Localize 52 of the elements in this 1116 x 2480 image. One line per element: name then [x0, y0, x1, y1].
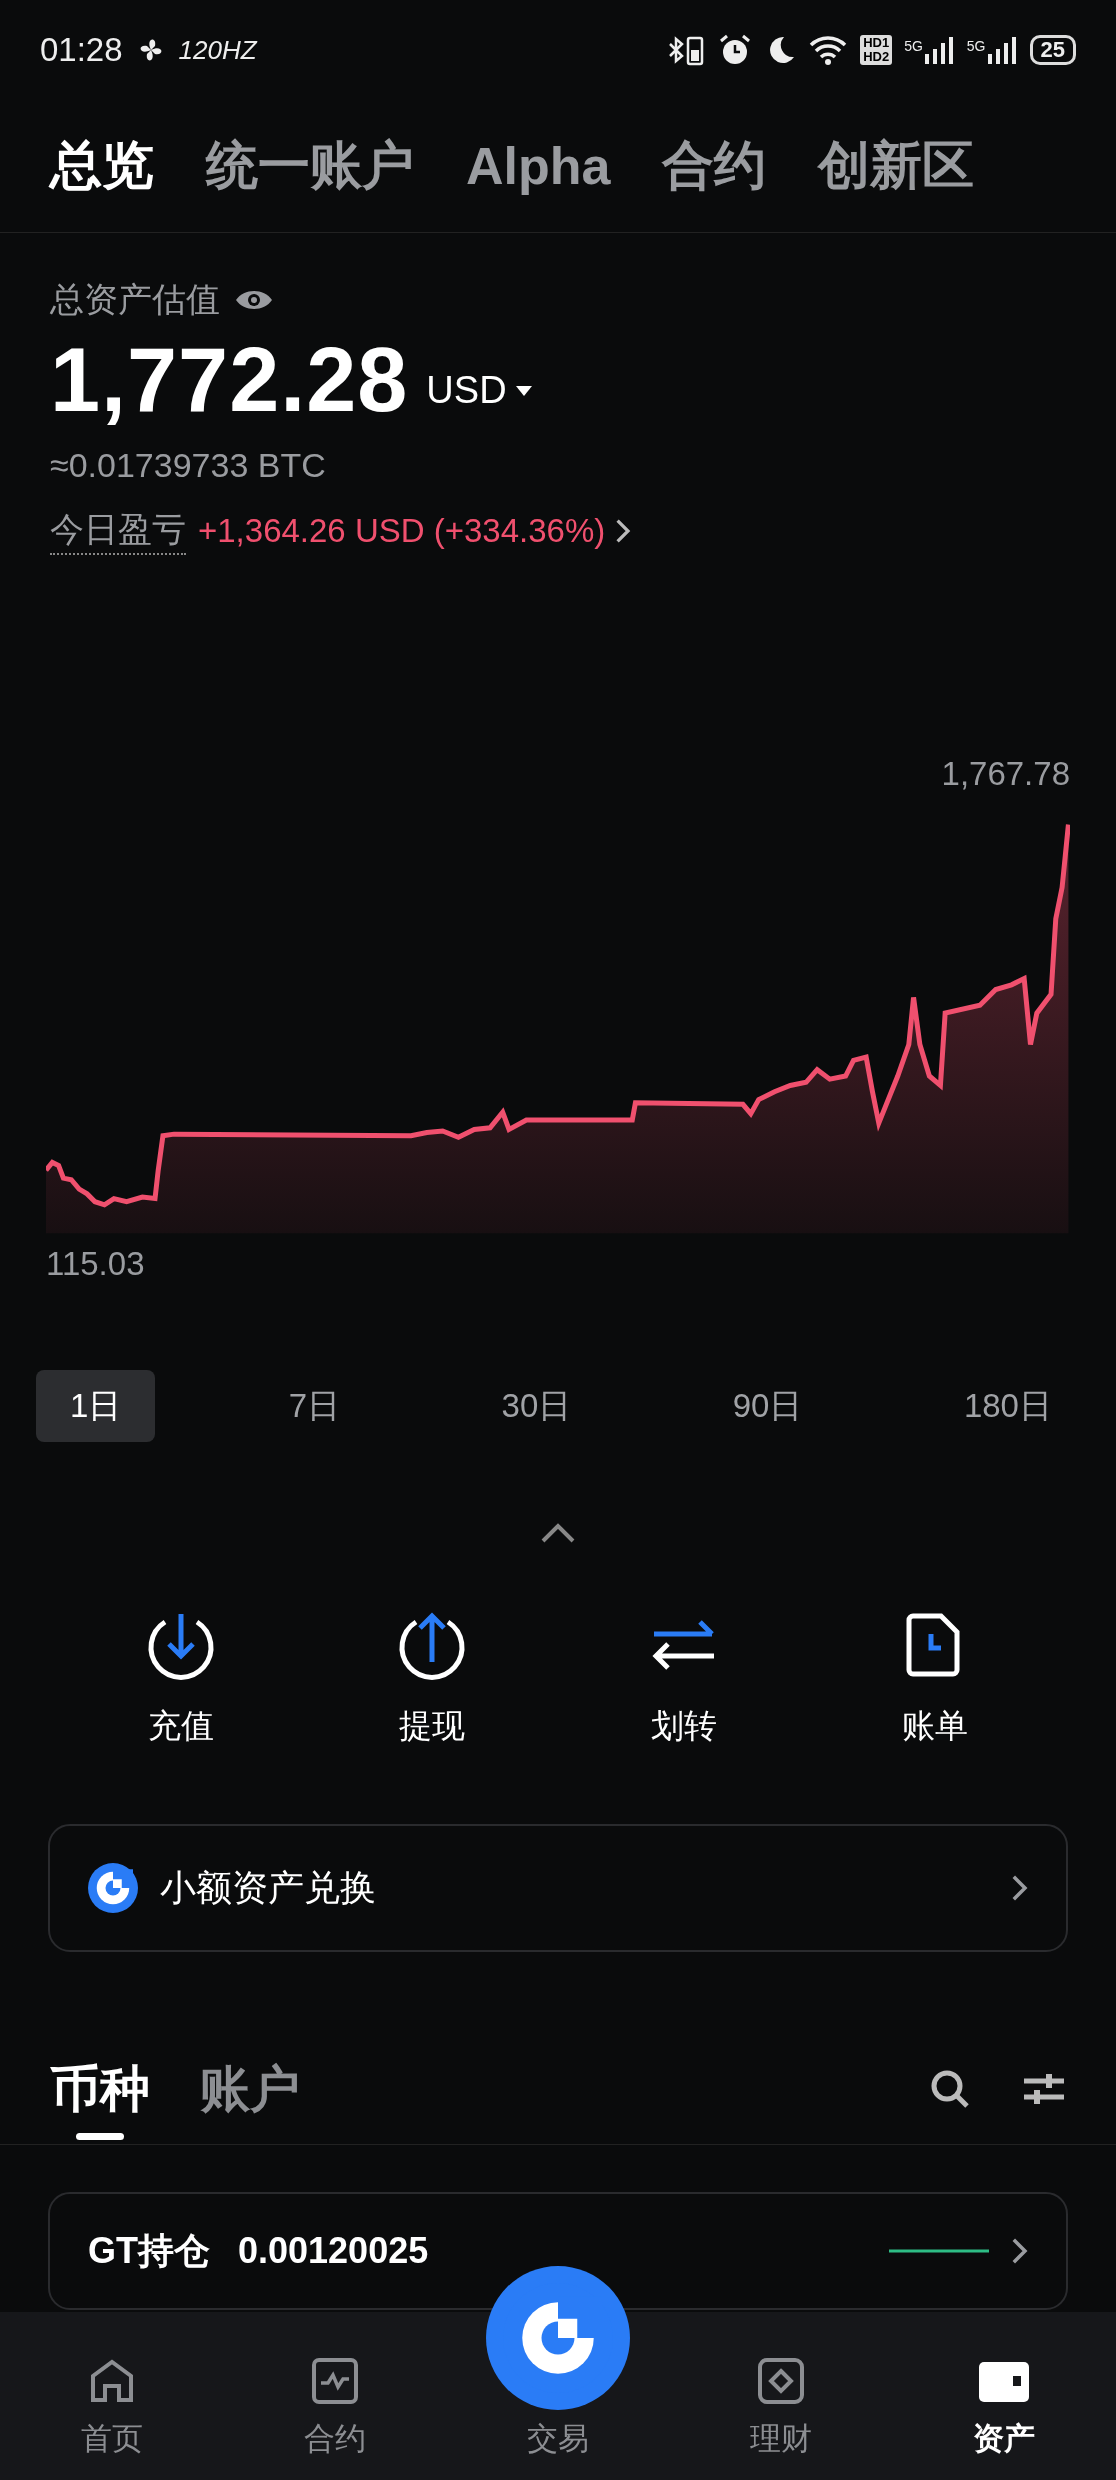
top-tab[interactable]: 统一账户 [206, 131, 414, 201]
action-button[interactable]: 账单 [809, 1608, 1061, 1749]
chevron-right-icon [615, 518, 631, 544]
filter-icon[interactable] [1022, 2071, 1066, 2107]
range-tab[interactable]: 1日 [36, 1370, 156, 1442]
asset-tab[interactable]: 账户 [200, 2034, 300, 2144]
top-tab[interactable]: 总览 [50, 131, 154, 201]
chart-max-label: 1,767.78 [941, 755, 1070, 793]
chevron-up-icon[interactable] [540, 1522, 576, 1544]
signal-icon [924, 36, 955, 64]
pnl-label: 今日盈亏 [50, 507, 186, 555]
signal-icon [987, 36, 1018, 64]
chart-icon [309, 2356, 360, 2406]
nav-tab[interactable]: 首页 [0, 2312, 224, 2480]
network-type: 5G [904, 38, 923, 54]
caret-icon [514, 384, 533, 397]
total-assets-amount: 1,772.28 [50, 329, 409, 432]
currency-selector[interactable]: USD [426, 369, 533, 412]
wifi-icon [808, 34, 849, 66]
sparkline-icon [889, 2248, 990, 2254]
nav-tab[interactable]: 合约 [223, 2312, 447, 2480]
chevron-right-icon [1011, 2237, 1028, 2265]
alarm-icon [718, 33, 753, 67]
action-button[interactable]: 充值 [55, 1608, 307, 1749]
range-tab[interactable]: 180日 [935, 1370, 1080, 1442]
chevron-right-icon [1011, 1874, 1028, 1902]
convert-card[interactable]: 小额资产兑换 [48, 1824, 1068, 1952]
nav-tab[interactable]: 理财 [669, 2312, 893, 2480]
logo-icon [88, 1863, 138, 1913]
convert-label: 小额资产兑换 [160, 1865, 376, 1910]
range-tab[interactable]: 30日 [473, 1370, 600, 1442]
pnl-value[interactable]: +1,364.26 USD (+334.36%) [198, 512, 631, 550]
asset-tab[interactable]: 币种 [50, 2034, 150, 2144]
battery-indicator: 25 [1029, 35, 1076, 65]
top-tab[interactable]: 合约 [662, 131, 767, 201]
hd-indicator: HD1 HD2 [860, 35, 893, 65]
nav-tab[interactable]: 资产 [892, 2312, 1116, 2480]
top-tab[interactable]: 创新区 [818, 131, 975, 201]
status-time: 01:28 [40, 31, 123, 69]
action-button[interactable]: 划转 [558, 1608, 810, 1749]
action-button[interactable]: 提现 [306, 1608, 558, 1749]
gt-card[interactable]: GT持仓 0.00120025 [48, 2192, 1068, 2310]
total-assets-label: 总资产估值 [50, 279, 220, 320]
network-type: 5G [966, 38, 986, 54]
top-tab[interactable]: Alpha [466, 136, 611, 196]
chart-min-label: 115.03 [46, 1245, 145, 1283]
gt-value: 0.00120025 [238, 2230, 429, 2272]
refresh-rate: 120HZ [178, 34, 257, 66]
gt-label: GT持仓 [88, 2228, 210, 2273]
range-tab[interactable]: 90日 [704, 1370, 831, 1442]
btc-value: ≈0.01739733 BTC [50, 446, 327, 485]
range-tab[interactable]: 7日 [260, 1370, 369, 1442]
